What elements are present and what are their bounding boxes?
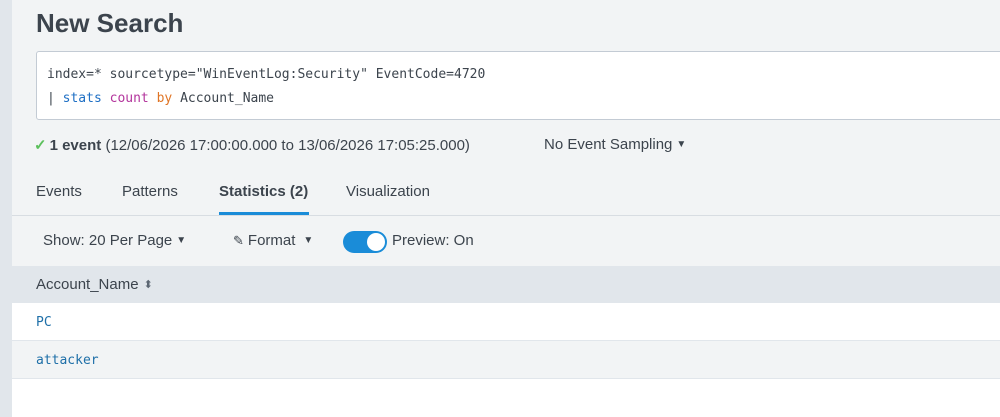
event-sampling-dropdown[interactable]: No Event Sampling ▼ (544, 136, 686, 153)
table-header: Account_Name ⬍ (12, 266, 1000, 303)
page-title: New Search (36, 8, 184, 38)
query-keyword: by (156, 91, 173, 106)
format-label: Format (247, 232, 296, 249)
query-function: count (109, 91, 149, 106)
query-pipe: | (47, 91, 63, 106)
format-dropdown[interactable]: ✎ Format ▼ (233, 232, 313, 249)
query-argument: Account_Name (180, 91, 274, 106)
column-header-account-name[interactable]: Account_Name ⬍ (36, 276, 153, 293)
preview-toggle[interactable] (343, 231, 387, 253)
search-status: ✓ 1 event (12/06/2026 17:00:00.000 to 13/… (34, 136, 470, 154)
query-command: stats (62, 91, 102, 106)
search-query-editor[interactable]: index=* sourcetype="WinEventLog:Security… (36, 51, 1000, 120)
page-size-label: Show: 20 Per Page (43, 232, 173, 249)
results-toolbar: Show: 20 Per Page ▼ ✎ Format ▼ Preview: On (12, 216, 1000, 266)
page-size-dropdown[interactable]: Show: 20 Per Page ▼ (43, 232, 186, 249)
event-count: 1 event (49, 137, 102, 154)
tab-visualization[interactable]: Visualization (346, 183, 430, 200)
event-sampling-label: No Event Sampling (544, 136, 673, 153)
table-row: PC (12, 303, 1000, 341)
time-range: (12/06/2026 17:00:00.000 to 13/06/2026 1… (101, 137, 470, 154)
table-row: attacker (12, 341, 1000, 379)
tab-statistics[interactable]: Statistics (2) (219, 183, 308, 200)
caret-down-icon: ▼ (676, 139, 687, 150)
active-tab-indicator (219, 212, 309, 215)
toggle-knob (367, 233, 385, 251)
results-tabs: Events Patterns Statistics (2) Visualiza… (12, 170, 1000, 216)
query-line-1[interactable]: index=* sourcetype="WinEventLog:Security… (47, 66, 1000, 90)
tab-patterns[interactable]: Patterns (122, 183, 178, 200)
preview-label: Preview: On (392, 232, 474, 249)
table-cell-account-name[interactable]: PC (36, 315, 52, 330)
tab-events[interactable]: Events (36, 183, 82, 200)
column-header-label: Account_Name (36, 276, 139, 293)
table-cell-account-name[interactable]: attacker (36, 353, 99, 368)
pencil-icon: ✎ (233, 233, 244, 248)
left-sidebar (0, 0, 12, 417)
caret-down-icon: ▼ (176, 235, 187, 246)
check-icon: ✓ (34, 137, 47, 154)
query-line-2[interactable]: | stats count by Account_Name (47, 90, 1000, 114)
sort-icon[interactable]: ⬍ (144, 279, 153, 291)
caret-down-icon: ▼ (303, 235, 314, 246)
